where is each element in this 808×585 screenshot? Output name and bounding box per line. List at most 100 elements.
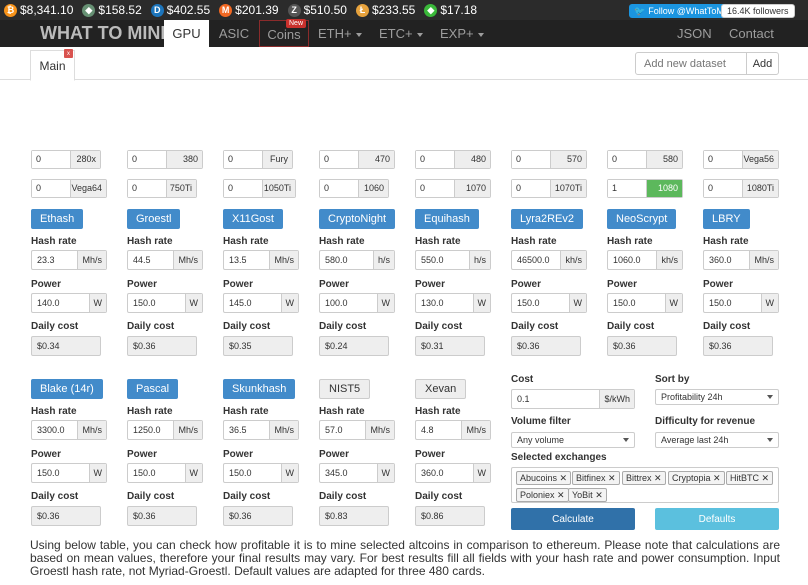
power-value[interactable]: 150.0: [128, 464, 185, 482]
hash-rate-value[interactable]: 46500.0: [512, 251, 560, 269]
gpu-qty-input[interactable]: 0: [224, 151, 263, 168]
gpu-1070[interactable]: 0 1070: [415, 179, 491, 198]
gpu-qty-input[interactable]: 0: [512, 151, 551, 168]
defaults-button[interactable]: Defaults: [655, 508, 779, 530]
power-input[interactable]: 140.0 W: [31, 293, 107, 313]
hash-rate-input[interactable]: 36.5 Mh/s: [223, 420, 299, 440]
close-tab-icon[interactable]: x: [64, 49, 73, 58]
cost-value[interactable]: 0.1: [512, 390, 599, 408]
hash-rate-input[interactable]: 46500.0 kh/s: [511, 250, 587, 270]
nav-exp-dropdown[interactable]: EXP+: [440, 20, 484, 47]
exchange-chip[interactable]: Bittrex ✕: [622, 471, 666, 485]
hash-rate-value[interactable]: 23.3: [32, 251, 77, 269]
exchange-chip[interactable]: Poloniex ✕: [516, 488, 569, 502]
difficulty-select[interactable]: Average last 24h: [655, 432, 779, 448]
cost-input[interactable]: 0.1 $/kWh: [511, 389, 635, 409]
exchange-chip[interactable]: Bitfinex ✕: [572, 471, 620, 485]
exchange-chip[interactable]: HitBTC ✕: [726, 471, 774, 485]
remove-icon[interactable]: ✕: [560, 473, 568, 483]
gpu-qty-input[interactable]: 0: [320, 151, 359, 168]
ticker-item-ltc[interactable]: Ł $233.55: [355, 3, 415, 17]
gpu-qty-input[interactable]: 0: [416, 151, 455, 168]
hash-rate-value[interactable]: 13.5: [224, 251, 269, 269]
hash-rate-input[interactable]: 550.0 h/s: [415, 250, 491, 270]
gpu-280x[interactable]: 0 280x: [31, 150, 101, 169]
algo-toggle-lbry[interactable]: LBRY: [703, 209, 750, 229]
power-value[interactable]: 145.0: [224, 294, 281, 312]
ticker-item-btc[interactable]: ₿ $8,341.10: [4, 3, 73, 17]
hash-rate-input[interactable]: 1250.0 Mh/s: [127, 420, 203, 440]
nav-gpu[interactable]: GPU: [164, 20, 209, 47]
algo-toggle-skunkhash[interactable]: Skunkhash: [223, 379, 296, 399]
gpu-qty-input[interactable]: 0: [32, 180, 71, 197]
algo-toggle-x11gost[interactable]: X11Gost: [223, 209, 283, 229]
power-value[interactable]: 150.0: [128, 294, 185, 312]
gpu-qty-input[interactable]: 0: [512, 180, 551, 197]
ticker-item-etc[interactable]: ◆ $158.52: [82, 3, 142, 17]
gpu-fury[interactable]: 0 Fury: [223, 150, 293, 169]
hash-rate-value[interactable]: 4.8: [416, 421, 461, 439]
ticker-item-zec[interactable]: Z $510.50: [287, 3, 347, 17]
power-input[interactable]: 150.0 W: [127, 293, 203, 313]
power-value[interactable]: 345.0: [320, 464, 377, 482]
hash-rate-value[interactable]: 44.5: [128, 251, 173, 269]
ticker-item-dash[interactable]: D $402.55: [150, 3, 210, 17]
hash-rate-input[interactable]: 13.5 Mh/s: [223, 250, 299, 270]
hash-rate-input[interactable]: 44.5 Mh/s: [127, 250, 203, 270]
hash-rate-value[interactable]: 36.5: [224, 421, 269, 439]
remove-icon[interactable]: ✕: [608, 473, 616, 483]
gpu-1050ti[interactable]: 0 1050Ti: [223, 179, 296, 198]
remove-icon[interactable]: ✕: [595, 490, 603, 500]
gpu-qty-input[interactable]: 0: [32, 151, 71, 168]
power-input[interactable]: 100.0 W: [319, 293, 395, 313]
gpu-750ti[interactable]: 0 750Ti: [127, 179, 197, 198]
gpu-vega56[interactable]: 0 Vega56: [703, 150, 779, 169]
gpu-1080[interactable]: 1 1080: [607, 179, 683, 198]
power-value[interactable]: 150.0: [608, 294, 665, 312]
exchange-chip[interactable]: Abucoins ✕: [516, 471, 572, 485]
exchange-chip[interactable]: Cryptopia ✕: [668, 471, 725, 485]
power-value[interactable]: 130.0: [416, 294, 473, 312]
hash-rate-value[interactable]: 360.0: [704, 251, 749, 269]
gpu-qty-input[interactable]: 0: [704, 151, 743, 168]
nav-eth-dropdown[interactable]: ETH+: [318, 20, 362, 47]
gpu-qty-input[interactable]: 0: [128, 180, 167, 197]
algo-toggle-nist5[interactable]: NIST5: [319, 379, 371, 399]
algo-toggle-lyra2rev2[interactable]: Lyra2REv2: [511, 209, 584, 229]
algo-toggle-pascal[interactable]: Pascal: [127, 379, 179, 399]
power-input[interactable]: 145.0 W: [223, 293, 299, 313]
remove-icon[interactable]: ✕: [557, 490, 565, 500]
exchange-chip[interactable]: YoBit ✕: [568, 488, 607, 502]
gpu-1080ti[interactable]: 0 1080Ti: [703, 179, 779, 198]
calculate-button[interactable]: Calculate: [511, 508, 635, 530]
power-input[interactable]: 150.0 W: [511, 293, 587, 313]
add-dataset-button[interactable]: Add: [746, 52, 779, 75]
hash-rate-value[interactable]: 57.0: [320, 421, 365, 439]
gpu-470[interactable]: 0 470: [319, 150, 395, 169]
hash-rate-input[interactable]: 3300.0 Mh/s: [31, 420, 107, 440]
gpu-qty-input[interactable]: 0: [704, 180, 743, 197]
power-input[interactable]: 150.0 W: [223, 463, 299, 483]
algo-toggle-equihash[interactable]: Equihash: [415, 209, 479, 229]
power-value[interactable]: 150.0: [224, 464, 281, 482]
power-value[interactable]: 150.0: [704, 294, 761, 312]
hash-rate-input[interactable]: 23.3 Mh/s: [31, 250, 107, 270]
hash-rate-value[interactable]: 550.0: [416, 251, 469, 269]
power-input[interactable]: 360.0 W: [415, 463, 491, 483]
algo-toggle-ethash[interactable]: Ethash: [31, 209, 84, 229]
algo-toggle-xevan[interactable]: Xevan: [415, 379, 467, 399]
gpu-qty-input[interactable]: 0: [128, 151, 167, 168]
ticker-item-xmr[interactable]: M $201.39: [219, 3, 279, 17]
gpu-570[interactable]: 0 570: [511, 150, 587, 169]
algo-toggle-groestl[interactable]: Groestl: [127, 209, 181, 229]
remove-icon[interactable]: ✕: [654, 473, 662, 483]
sort-select[interactable]: Profitability 24h: [655, 389, 779, 405]
power-value[interactable]: 360.0: [416, 464, 473, 482]
hash-rate-input[interactable]: 4.8 Mh/s: [415, 420, 491, 440]
hash-rate-input[interactable]: 1060.0 kh/s: [607, 250, 683, 270]
nav-etc-dropdown[interactable]: ETC+: [379, 20, 423, 47]
gpu-qty-input[interactable]: 0: [608, 151, 647, 168]
gpu-580[interactable]: 0 580: [607, 150, 683, 169]
algo-toggle-neoscrypt[interactable]: NeoScrypt: [607, 209, 677, 229]
nav-json[interactable]: JSON: [677, 20, 712, 47]
